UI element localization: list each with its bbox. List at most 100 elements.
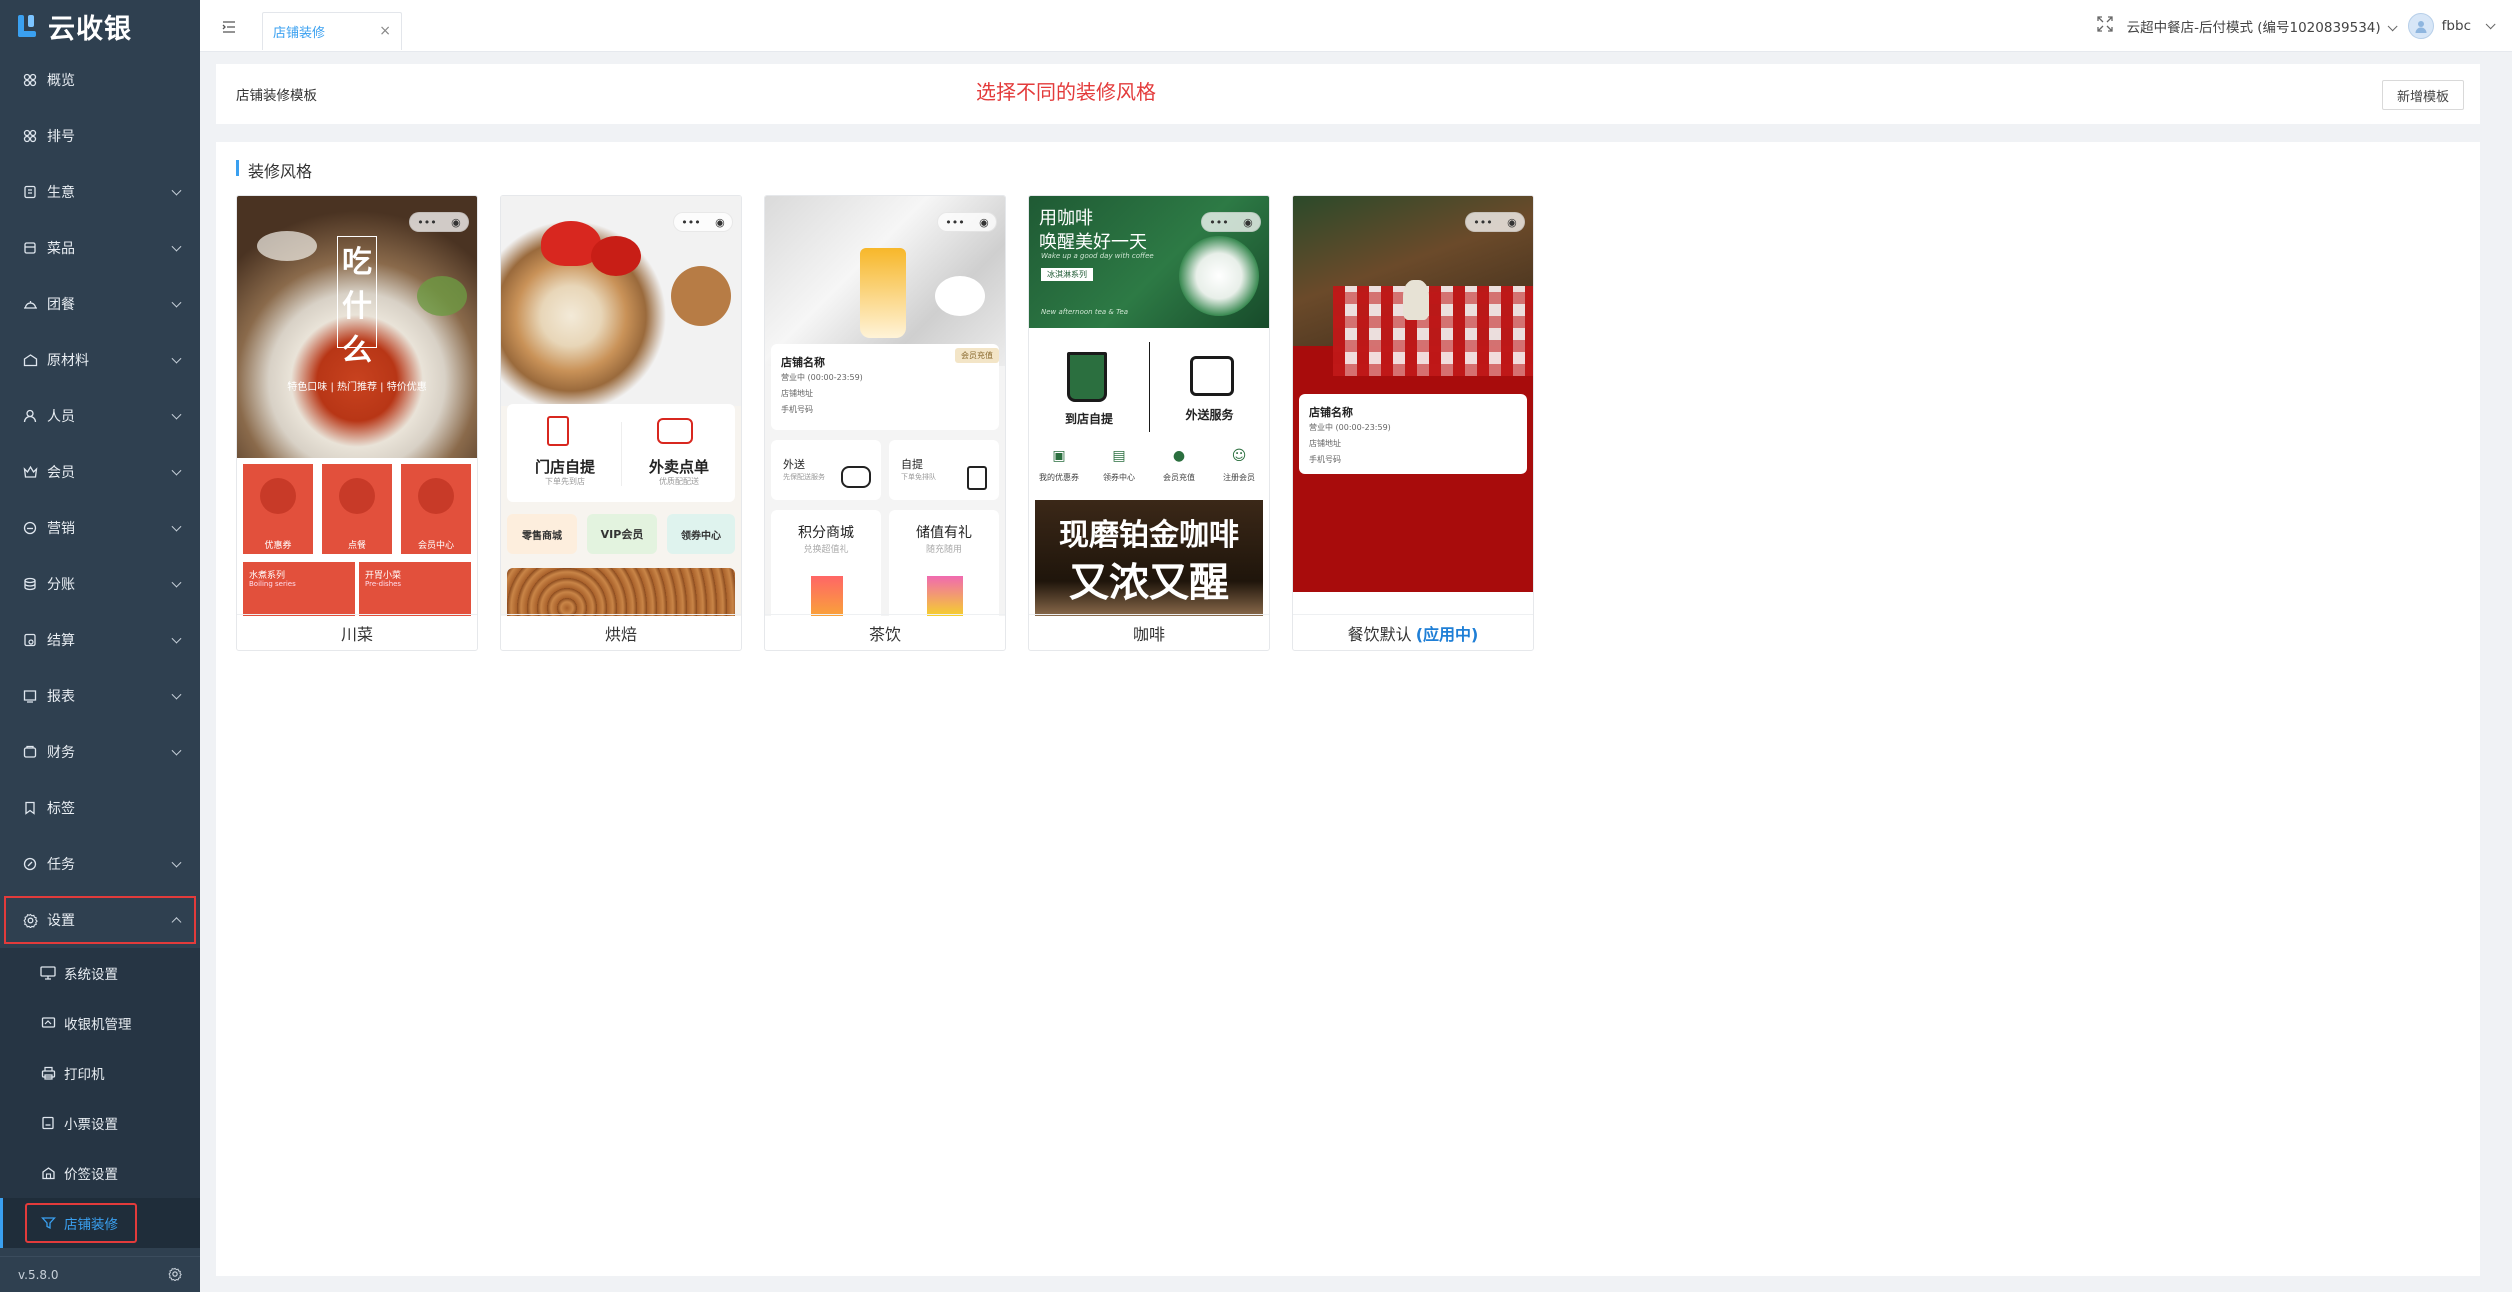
menu-toggle-icon[interactable] — [222, 18, 236, 37]
monitor-icon — [40, 965, 56, 981]
brand-logo-icon — [18, 15, 40, 37]
highlight-box — [25, 1203, 137, 1243]
sidebar-item-queue[interactable]: 排号 — [0, 108, 200, 164]
template-card-bakery[interactable]: ••• ◉ 门店自提 下单先到店 外卖点单 优质配配送 零售商城 VIP会员 领券… — [500, 195, 742, 651]
version-label: v.5.8.0 — [18, 1267, 59, 1282]
sidebar-item-label: 标签 — [47, 801, 75, 817]
receipt-icon — [40, 1115, 56, 1131]
banner-char: 么 — [342, 333, 372, 368]
chevron-down-icon — [171, 353, 182, 364]
template-card-sichuan[interactable]: ••• ◉ 吃 什 么 特色口味 | 热门推荐 | 特价优惠 优惠券 点餐 会员中… — [236, 195, 478, 651]
sidebar-menu: 概览 排号 生意 菜品 团餐 原材料 人员 会员 营销 分账 结算 报表 财务 … — [0, 52, 200, 1248]
new-template-button[interactable]: 新增模板 — [2381, 80, 2464, 110]
chevron-down-icon — [171, 465, 182, 476]
template-card-default[interactable]: ••• ◉ 店铺名称 营业中 (00:00-23:59) 店铺地址 手机号码 餐饮… — [1292, 195, 1534, 651]
sidebar-item-materials[interactable]: 原材料 — [0, 332, 200, 388]
mini-capsule: ••• ◉ — [673, 212, 733, 232]
tile-stored-value: 储值有礼 随充随用 — [889, 510, 999, 616]
sidebar-subitem-label: 打印机 — [64, 1067, 105, 1083]
template-name: 烘焙 — [501, 614, 741, 650]
sidebar-subitem-receipt[interactable]: 小票设置 — [0, 1098, 200, 1148]
store-name: 云超中餐店-后付模式 (编号1020839534) — [2126, 20, 2381, 36]
shortcut-coupon: 优惠券 — [243, 464, 313, 554]
chevron-down-icon — [171, 745, 182, 756]
hint-text: 选择不同的装修风格 — [976, 80, 1156, 104]
chevron-down-icon — [2387, 21, 2398, 32]
chevron-down-icon — [171, 577, 182, 588]
template-name: 咖啡 — [1029, 614, 1269, 650]
topbar: 店铺装修 × 云超中餐店-后付模式 (编号1020839534) fbbc — [200, 0, 2512, 52]
sidebar-item-staff[interactable]: 人员 — [0, 388, 200, 444]
mini-capsule: ••• ◉ — [1465, 212, 1525, 232]
template-card-coffee[interactable]: ••• ◉ 用咖啡 唤醒美好一天 Wake up a good day with … — [1028, 195, 1270, 651]
gear-icon[interactable] — [168, 1267, 182, 1284]
sidebar-item-business[interactable]: 生意 — [0, 164, 200, 220]
sidebar-item-group-meal[interactable]: 团餐 — [0, 276, 200, 332]
material-icon — [21, 351, 39, 369]
sidebar-item-tasks[interactable]: 任务 — [0, 836, 200, 892]
template-preview: ••• ◉ 店铺名称 会员充值 营业中 (00:00-23:59) 店铺地址 手机… — [765, 196, 1005, 616]
chevron-down-icon — [171, 521, 182, 532]
sidebar-subitem-store-decoration[interactable]: 店铺装修 — [0, 1198, 200, 1248]
sidebar: 云收银 概览 排号 生意 菜品 团餐 原材料 人员 会员 营销 分账 结算 报表… — [0, 0, 200, 1292]
template-header-card: 店铺装修模板 选择不同的装修风格 新增模板 — [216, 64, 2480, 124]
sidebar-item-overview[interactable]: 概览 — [0, 52, 200, 108]
template-preview: ••• ◉ 店铺名称 营业中 (00:00-23:59) 店铺地址 手机号码 — [1293, 196, 1533, 616]
topbar-right: 云超中餐店-后付模式 (编号1020839534) fbbc — [2096, 0, 2496, 52]
banner-tag: 冰淇淋系列 — [1041, 268, 1093, 281]
template-preview: ••• ◉ 门店自提 下单先到店 外卖点单 优质配配送 零售商城 VIP会员 领券… — [501, 196, 741, 616]
chevron-down-icon — [171, 185, 182, 196]
sidebar-subitem-system-settings[interactable]: 系统设置 — [0, 948, 200, 998]
section-title: 装修风格 — [236, 158, 312, 182]
dish-icon — [21, 239, 39, 257]
sidebar-item-reports[interactable]: 报表 — [0, 668, 200, 724]
sidebar-subitem-label: 小票设置 — [64, 1117, 118, 1133]
sidebar-item-ledger[interactable]: 分账 — [0, 556, 200, 612]
brand-name: 云收银 — [48, 13, 132, 45]
sidebar-item-finance[interactable]: 财务 — [0, 724, 200, 780]
store-selector[interactable]: 云超中餐店-后付模式 (编号1020839534) — [2126, 16, 2398, 36]
sidebar-item-label: 设置 — [47, 913, 75, 929]
promo-banner: 现磨铂金咖啡 又浓又醒 — [1035, 500, 1263, 616]
sidebar-item-marketing[interactable]: 营销 — [0, 500, 200, 556]
sidebar-item-settings[interactable]: 设置 — [0, 892, 200, 948]
brand[interactable]: 云收银 — [0, 0, 200, 52]
template-preview: ••• ◉ 用咖啡 唤醒美好一天 Wake up a good day with … — [1029, 196, 1269, 616]
tab-label: 店铺装修 — [273, 26, 326, 41]
close-icon[interactable]: × — [379, 23, 391, 39]
template-card-tea[interactable]: ••• ◉ 店铺名称 会员充值 营业中 (00:00-23:59) 店铺地址 手机… — [764, 195, 1006, 651]
sidebar-item-label: 结算 — [47, 633, 75, 649]
tag-icon — [21, 799, 39, 817]
fullscreen-icon[interactable] — [2096, 16, 2113, 36]
template-name: 餐饮默认 (应用中) — [1293, 614, 1533, 650]
store-info-card: 店铺名称 会员充值 营业中 (00:00-23:59) 店铺地址 手机号码 — [771, 344, 999, 430]
sidebar-subitem-label: 收银机管理 — [64, 1017, 132, 1033]
printer-icon — [40, 1065, 56, 1081]
sidebar-item-settlement[interactable]: 结算 — [0, 612, 200, 668]
report-icon — [21, 687, 39, 705]
sidebar-subitem-price-tag[interactable]: 价签设置 — [0, 1148, 200, 1198]
cashier-icon — [40, 1015, 56, 1031]
sidebar-item-label: 原材料 — [47, 353, 89, 369]
category-card: 水煮系列 Boiling series — [243, 562, 355, 616]
dashboard-icon — [21, 71, 39, 89]
tab-store-decoration[interactable]: 店铺装修 × — [262, 12, 402, 50]
banner-char: 什 — [342, 289, 372, 324]
mini-capsule: ••• ◉ — [409, 212, 469, 232]
sidebar-item-tags[interactable]: 标签 — [0, 780, 200, 836]
sidebar-item-label: 人员 — [47, 409, 75, 425]
group-meal-icon — [21, 295, 39, 313]
user-menu[interactable]: fbbc — [2407, 13, 2496, 39]
marketing-icon — [21, 519, 39, 537]
sidebar-item-label: 概览 — [47, 73, 75, 89]
chevron-down-icon — [2485, 18, 2496, 29]
in-use-label: (应用中) — [1415, 624, 1479, 644]
chip-retail: 零售商城 — [507, 514, 577, 554]
sidebar-item-label: 报表 — [47, 689, 75, 705]
sidebar-item-dishes[interactable]: 菜品 — [0, 220, 200, 276]
sidebar-item-label: 分账 — [47, 577, 75, 593]
sidebar-subitem-cashier[interactable]: 收银机管理 — [0, 998, 200, 1048]
sidebar-item-members[interactable]: 会员 — [0, 444, 200, 500]
sidebar-subitem-printer[interactable]: 打印机 — [0, 1048, 200, 1098]
service-pickup: 自提 下单免排队 — [889, 440, 999, 500]
